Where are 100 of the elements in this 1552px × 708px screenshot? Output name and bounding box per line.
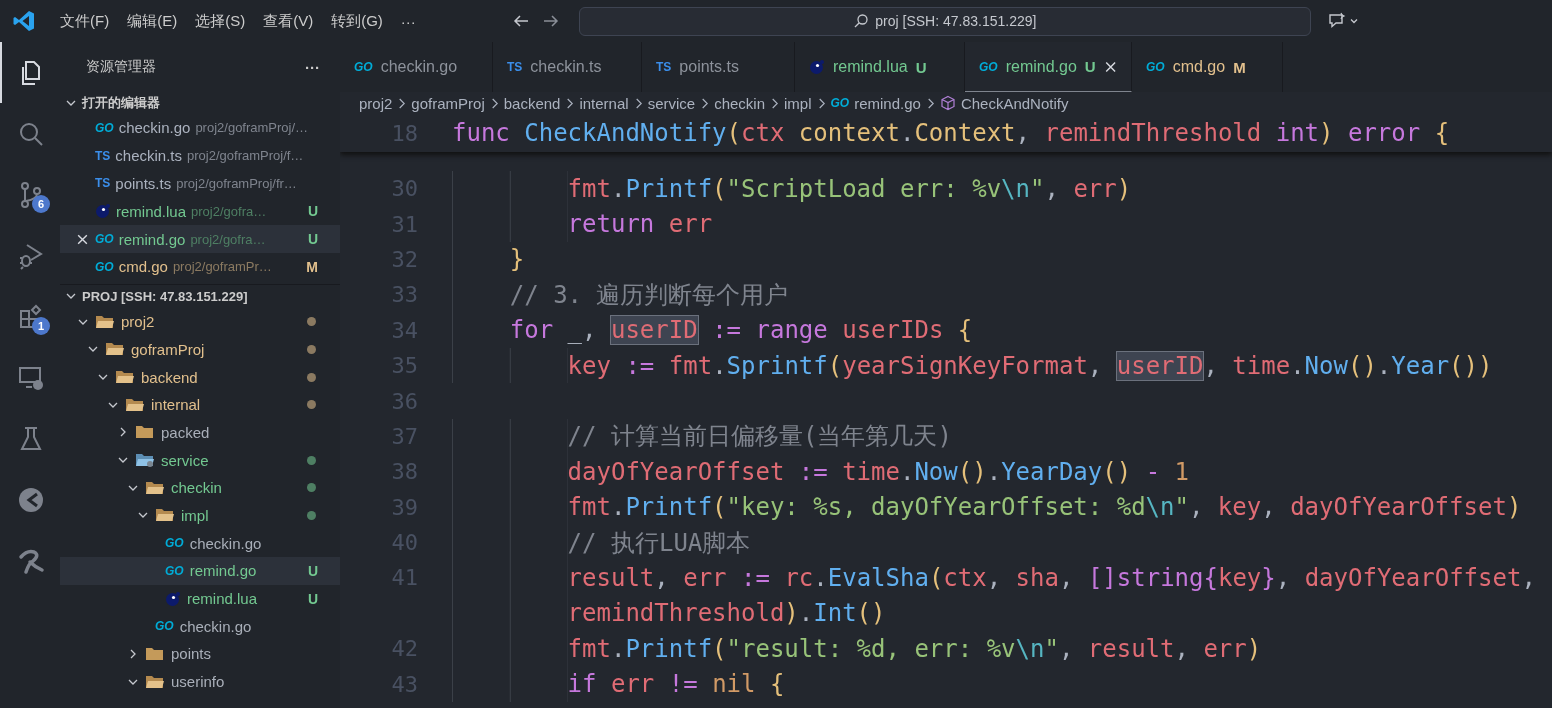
tab[interactable]: GO checkin.go	[340, 42, 493, 92]
gear-folder-icon	[135, 452, 155, 469]
code-text: remindThreshold).Int()	[567, 599, 886, 628]
code-text: }	[509, 245, 525, 274]
folder-icon	[145, 673, 165, 690]
status-letter: U	[1084, 58, 1096, 75]
code-text: fmt.Printf("ScriptLoad err: %v\n", err)	[567, 174, 1132, 203]
status-letter: U	[307, 590, 318, 607]
section-header[interactable]: PROJ [SSH: 47.83.151.229]	[60, 283, 340, 308]
go-file-icon: GO	[1146, 60, 1165, 74]
tab[interactable]: GO cmd.go M	[1132, 42, 1283, 92]
go-file-icon: GO	[95, 120, 114, 135]
ts-file-icon: TS	[507, 60, 523, 74]
search-icon	[853, 13, 870, 29]
tree-item[interactable]: points	[60, 640, 340, 668]
highlighted-word: userID	[610, 316, 698, 345]
open-editor-item[interactable]: GO checkin.go proj2/goframProj/…	[60, 114, 340, 142]
breadcrumb[interactable]: goframProj	[411, 94, 485, 112]
code-text: key := fmt.Sprintf(yearSignKeyFormat,	[567, 351, 1104, 380]
folder-icon	[135, 424, 155, 441]
moon-icon	[165, 590, 181, 607]
cube-icon	[939, 95, 956, 111]
tree-item[interactable]: GO checkin.go	[60, 612, 340, 641]
code-text: dayOfYearOffset := time.Now().YearDay() - 1	[567, 457, 1189, 486]
go-file-icon: GO	[354, 60, 373, 74]
tree-item[interactable]: packed	[60, 418, 340, 447]
file-path: proj2/goframPr…	[172, 259, 273, 275]
code-text: // 3. 遍历判断每个用户	[509, 279, 789, 311]
close-icon[interactable]	[75, 232, 89, 246]
panel-title: 资源管理器	[86, 58, 156, 76]
command-search-field[interactable]: proj [SSH: 47.83.151.229]	[578, 6, 1311, 36]
go-file-icon: GO	[95, 259, 114, 274]
file-path: proj2/goframProj/…	[195, 120, 310, 136]
chevron-right-icon	[633, 96, 643, 110]
file-path: proj2/gofra…	[191, 203, 268, 219]
chevron-right-icon	[397, 96, 407, 110]
close-icon[interactable]	[1103, 59, 1117, 74]
tab[interactable]: TS points.ts	[642, 42, 795, 92]
tree-item[interactable]: impl	[60, 501, 340, 530]
dial-icon	[17, 485, 45, 514]
code-text: := range userIDs {	[711, 316, 973, 345]
folder-icon	[105, 341, 125, 358]
code-text: if err != nil {	[567, 670, 785, 699]
file-path: proj2/goframProj/fr…	[176, 176, 298, 191]
chevron-right-icon	[925, 96, 935, 110]
open-editor-item[interactable]: GO cmd.go proj2/goframPr… M	[60, 253, 340, 281]
tree-item[interactable]: proj2	[60, 307, 340, 336]
tree-item[interactable]: service	[60, 446, 340, 474]
menu-item[interactable]: 选择(S)	[188, 7, 253, 35]
chevron-right-icon	[565, 96, 575, 110]
open-editor-item[interactable]: GO remind.go proj2/gofra… U	[60, 225, 340, 253]
code-text: , time.Now().Year())	[1203, 351, 1493, 380]
tab[interactable]: GO remind.go U	[965, 42, 1132, 92]
code-text: result, err := rc.EvalSha(ctx, sha, []string{key}, dayOfYearOffset,	[567, 564, 1536, 592]
breadcrumb[interactable]: remind.go	[854, 94, 921, 112]
more-menu[interactable]: ···	[393, 8, 423, 34]
breadcrumb[interactable]: checkin	[714, 94, 765, 112]
ts-file-icon: TS	[656, 60, 672, 74]
chevron-right-icon	[700, 96, 710, 110]
menu-item[interactable]: 文件(F)	[53, 7, 117, 35]
chat-icon[interactable]	[1326, 11, 1347, 31]
code-text: return err	[567, 210, 713, 239]
count-badge: 6	[32, 195, 50, 213]
menu-item[interactable]: 转到(G)	[324, 7, 390, 35]
menu-item[interactable]: 查看(V)	[256, 7, 321, 35]
ts-file-icon: TS	[95, 176, 111, 191]
breadcrumb[interactable]: proj2	[359, 94, 393, 112]
tree-item[interactable]: internal	[60, 390, 340, 419]
more-button[interactable]: ···	[305, 58, 320, 76]
tab[interactable]: TS checkin.ts	[493, 42, 642, 92]
code-text: fmt.Printf("result: %d, err: %v\n", result, err)	[567, 634, 1262, 663]
breadcrumb[interactable]: internal	[579, 94, 629, 112]
chevron-right-icon	[816, 96, 826, 110]
breadcrumb[interactable]: service	[647, 94, 696, 112]
tree-item[interactable]: backend	[60, 363, 340, 391]
section-header[interactable]: 打开的编辑器	[60, 92, 340, 114]
file-path: proj2/gofra…	[190, 231, 267, 247]
tree-item[interactable]: goframProj	[60, 335, 340, 364]
tree-item[interactable]: userinfo	[60, 667, 340, 696]
tree-item[interactable]: remind.lua U	[60, 584, 340, 613]
open-editor-item[interactable]: TS checkin.ts proj2/goframProj/f…	[60, 141, 340, 170]
ts-file-icon: TS	[95, 148, 111, 163]
extensions-button[interactable]: 1	[0, 286, 60, 347]
breadcrumb[interactable]: CheckAndNotify	[960, 94, 1069, 112]
go-file-icon: GO	[95, 232, 114, 247]
open-editor-item[interactable]: remind.lua proj2/gofra… U	[60, 197, 340, 226]
breadcrumb[interactable]: impl	[784, 94, 812, 112]
menu-item[interactable]: 编辑(E)	[120, 7, 185, 35]
open-editor-item[interactable]: TS points.ts proj2/goframProj/fr…	[60, 169, 340, 198]
caret-icon[interactable]	[1348, 16, 1359, 26]
status-letter: M	[1233, 58, 1246, 76]
tree-item[interactable]: GO remind.go U	[60, 556, 340, 585]
chevron-right-icon	[489, 96, 499, 110]
tree-item[interactable]: GO checkin.go	[60, 529, 340, 557]
folder-icon	[95, 313, 115, 330]
folder-icon	[115, 369, 135, 385]
breadcrumb[interactable]: backend	[503, 94, 561, 112]
source-control-button[interactable]: 6	[0, 164, 60, 225]
tree-item[interactable]: checkin	[60, 473, 340, 502]
logo-icon[interactable]	[12, 9, 36, 33]
